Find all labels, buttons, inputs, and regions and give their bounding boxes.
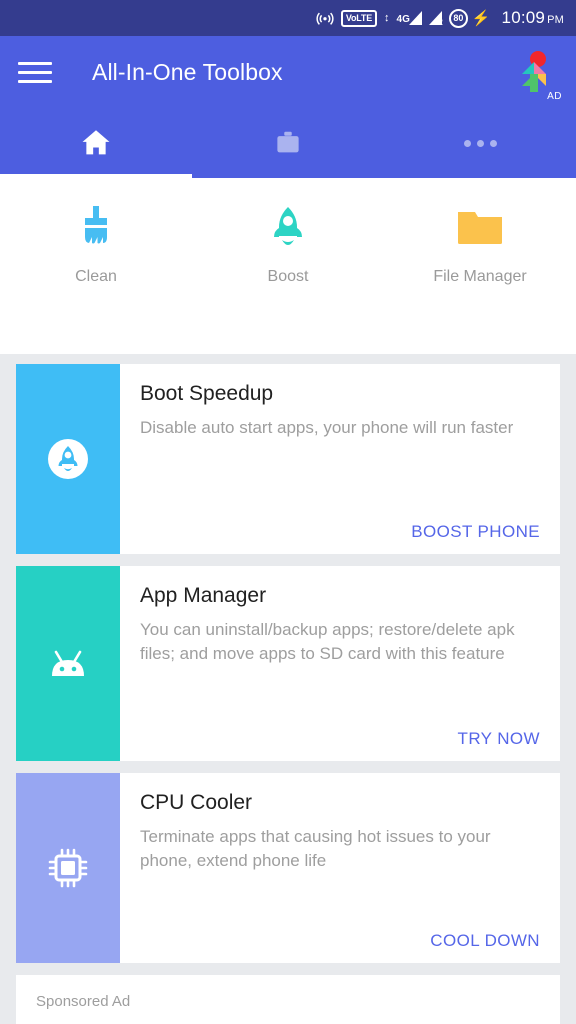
briefcase-icon: [277, 131, 299, 153]
clock-ampm: PM: [547, 14, 564, 26]
home-icon: [82, 130, 110, 155]
rocket-circle-icon: [48, 439, 88, 479]
broom-icon: [74, 196, 118, 260]
signal-1-icon: 4G: [397, 11, 422, 25]
sponsored-ad-label: Sponsored Ad: [36, 993, 131, 1010]
cpu-chip-icon: [48, 848, 88, 888]
card-action-button[interactable]: TRY NOW: [458, 729, 540, 749]
quick-action-label: Clean: [75, 268, 117, 285]
signal-2-icon: R: [428, 11, 443, 27]
card-description: Terminate apps that causing hot issues t…: [140, 827, 491, 871]
card-body: Boot Speedup Disable auto start apps, yo…: [120, 364, 560, 554]
card-description: You can uninstall/backup apps; restore/d…: [140, 620, 515, 664]
card-cpu-cooler[interactable]: CPU Cooler Terminate apps that causing h…: [16, 773, 560, 963]
quick-action-boost[interactable]: Boost: [192, 196, 384, 354]
status-icons: VoLTE ↕ 4G R 80 ⚡ 10:09 PM: [316, 8, 564, 28]
tab-bar: [0, 108, 576, 178]
tab-home[interactable]: [0, 108, 192, 178]
tab-toolbox[interactable]: [192, 108, 384, 178]
more-horizontal-icon: [463, 139, 497, 147]
card-title: App Manager: [140, 584, 267, 607]
sponsored-ad-card[interactable]: Sponsored Ad: [16, 975, 560, 1024]
status-bar: VoLTE ↕ 4G R 80 ⚡ 10:09 PM: [0, 0, 576, 36]
android-robot-icon: [52, 650, 84, 676]
charging-bolt-icon: ⚡: [471, 9, 491, 27]
tab-active-indicator: [0, 174, 192, 178]
card-action-button[interactable]: BOOST PHONE: [411, 522, 540, 542]
card-app-manager[interactable]: App Manager You can uninstall/backup app…: [16, 566, 560, 761]
feature-card-list: Boot Speedup Disable auto start apps, yo…: [0, 354, 576, 1024]
cast-icon: [316, 9, 334, 27]
card-action-button[interactable]: COOL DOWN: [430, 931, 540, 951]
card-body: App Manager You can uninstall/backup app…: [120, 566, 560, 761]
quick-actions: Clean Boost File Manager: [0, 178, 576, 354]
quick-action-label: File Manager: [433, 268, 527, 285]
folder-icon: [454, 196, 506, 260]
app-bar: All-In-One Toolbox AD: [0, 36, 576, 108]
status-clock: 10:09 PM: [502, 8, 564, 28]
quick-action-file-manager[interactable]: File Manager: [384, 196, 576, 354]
quick-action-clean[interactable]: Clean: [0, 196, 192, 354]
card-visual: [16, 773, 120, 963]
card-visual: [16, 566, 120, 761]
card-visual: [16, 364, 120, 554]
ad-badge-label: AD: [547, 91, 562, 102]
card-title: CPU Cooler: [140, 791, 253, 814]
card-title: Boot Speedup: [140, 382, 274, 405]
clock-time: 10:09: [501, 8, 546, 27]
quick-action-label: Boost: [267, 268, 309, 285]
battery-icon: 80: [448, 8, 468, 28]
card-description: Disable auto start apps, your phone will…: [140, 418, 514, 437]
data-transfer-icon: ↕: [384, 11, 390, 24]
page-title: All-In-One Toolbox: [92, 58, 283, 85]
tab-more[interactable]: [384, 108, 576, 178]
rocket-icon: [266, 196, 310, 260]
card-boot-speedup[interactable]: Boot Speedup Disable auto start apps, yo…: [16, 364, 560, 554]
hamburger-menu-icon[interactable]: [18, 61, 52, 83]
volte-icon: VoLTE: [340, 9, 378, 27]
card-body: CPU Cooler Terminate apps that causing h…: [120, 773, 560, 963]
